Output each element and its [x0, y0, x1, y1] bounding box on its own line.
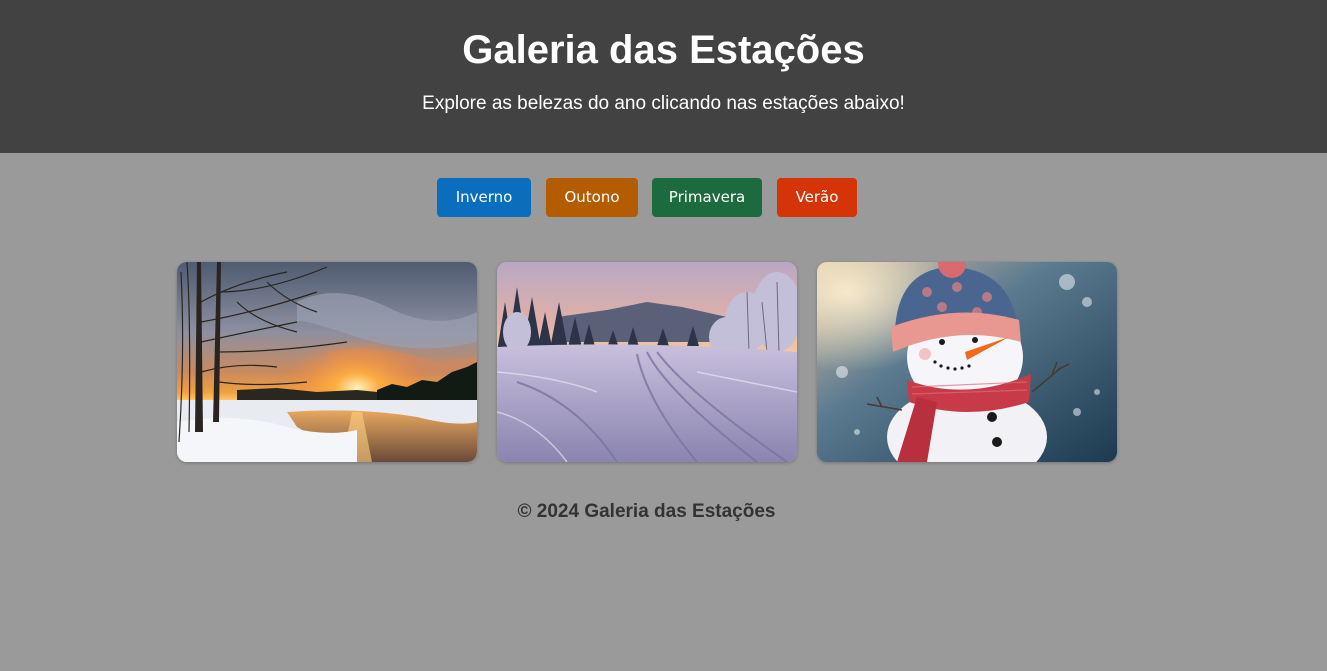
gallery-image-winter-sunset	[177, 262, 477, 462]
page-header: Galeria das Estações Explore as belezas …	[0, 0, 1327, 153]
image-gallery	[0, 262, 1327, 462]
outono-button[interactable]: Outono	[546, 178, 638, 217]
gallery-image-snowy-forest	[497, 262, 797, 462]
season-buttons: Inverno Outono Primavera Verão	[0, 178, 1327, 217]
page-title: Galeria das Estações	[462, 28, 865, 72]
gallery-image-snowman	[817, 262, 1117, 462]
primavera-button[interactable]: Primavera	[652, 178, 762, 217]
page-footer: © 2024 Galeria das Estações	[517, 501, 776, 522]
inverno-button[interactable]: Inverno	[437, 178, 531, 217]
verao-button[interactable]: Verão	[777, 178, 857, 217]
page-subtitle: Explore as belezas do ano clicando nas e…	[422, 93, 905, 114]
